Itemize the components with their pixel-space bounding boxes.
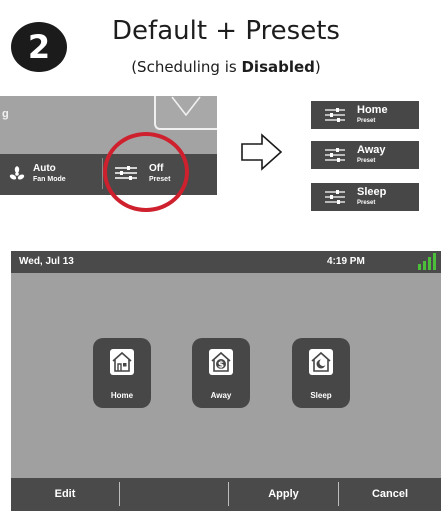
sliders-icon bbox=[325, 190, 345, 204]
apply-button[interactable]: Apply bbox=[229, 478, 338, 511]
status-bar: Wed, Jul 13 4:19 PM bbox=[11, 251, 441, 273]
preset-option-label: Preset bbox=[357, 200, 376, 206]
preset-tile-label: Sleep bbox=[310, 391, 332, 400]
preset-option-name: Home bbox=[357, 104, 388, 116]
fan-mode-value: Auto bbox=[33, 163, 56, 174]
preset-tile-sleep[interactable]: Sleep bbox=[292, 338, 350, 408]
fan-icon bbox=[9, 166, 25, 180]
snippet-partial-text: g bbox=[2, 108, 9, 120]
sliders-icon bbox=[325, 148, 345, 162]
subtitle-suffix: ) bbox=[314, 58, 321, 76]
preset-option-label: Preset bbox=[357, 158, 376, 164]
edit-button[interactable]: Edit bbox=[11, 478, 119, 511]
thermostat-screen: Wed, Jul 13 4:19 PM Home $ Away Sleep Ed… bbox=[11, 251, 441, 511]
page-title: Default + Presets bbox=[112, 16, 340, 46]
preset-tile-home[interactable]: Home bbox=[93, 338, 151, 408]
fan-mode-label: Fan Mode bbox=[33, 176, 66, 183]
empty-button-slot bbox=[120, 478, 228, 511]
page-subtitle: (Scheduling is Disabled) bbox=[106, 58, 346, 76]
snippet-dropdown-panel[interactable] bbox=[154, 96, 217, 130]
house-dollar-icon: $ bbox=[209, 349, 233, 375]
right-arrow-icon bbox=[241, 133, 283, 171]
preset-option-name: Away bbox=[357, 144, 386, 156]
house-home-icon bbox=[110, 349, 134, 375]
chevron-down-icon bbox=[171, 96, 201, 116]
time-display: 4:19 PM bbox=[327, 256, 365, 267]
preset-option-label: Preset bbox=[357, 118, 376, 124]
highlight-circle bbox=[103, 132, 189, 212]
preset-option-away[interactable]: Away Preset bbox=[311, 141, 419, 169]
subtitle-status: Disabled bbox=[241, 58, 315, 76]
step-number-badge: 2 bbox=[11, 22, 67, 72]
preset-tile-label: Home bbox=[110, 391, 134, 400]
preset-tile-label: Away bbox=[210, 391, 232, 400]
preset-option-home[interactable]: Home Preset bbox=[311, 101, 419, 129]
date-display: Wed, Jul 13 bbox=[19, 256, 74, 267]
preset-tile-away[interactable]: $ Away bbox=[192, 338, 250, 408]
preset-option-name: Sleep bbox=[357, 186, 387, 198]
sliders-icon bbox=[325, 108, 345, 122]
svg-text:$: $ bbox=[218, 361, 224, 371]
house-moon-icon bbox=[309, 349, 333, 375]
signal-strength-icon bbox=[418, 253, 436, 270]
cancel-button[interactable]: Cancel bbox=[339, 478, 441, 511]
preset-option-sleep[interactable]: Sleep Preset bbox=[311, 183, 419, 211]
subtitle-prefix: (Scheduling is bbox=[131, 58, 242, 76]
bottom-action-bar: Edit Apply Cancel bbox=[11, 478, 441, 511]
